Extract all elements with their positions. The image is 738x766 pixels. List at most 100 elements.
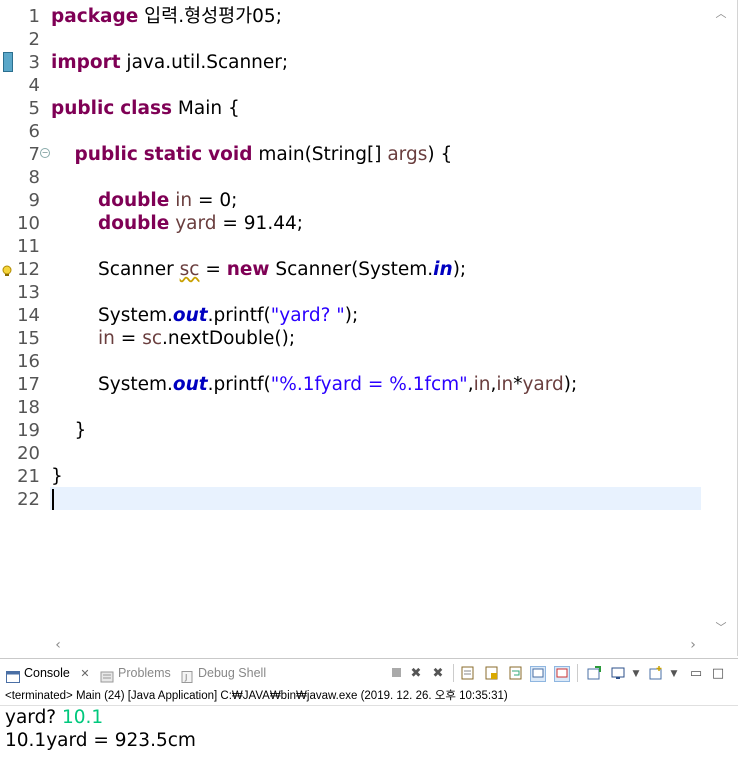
line-number: 20 — [17, 443, 40, 464]
line-number: 17 — [17, 374, 40, 395]
chevron-down-icon[interactable]: ▼ — [628, 666, 644, 682]
code-token: Main { — [172, 98, 240, 119]
line-number: 4 — [28, 75, 40, 96]
code-token: } — [51, 420, 87, 441]
tab-debug-shell[interactable]: J Debug Shell — [180, 662, 266, 684]
code-line: double in = 0; — [51, 189, 237, 212]
line-number: 14 — [17, 305, 40, 326]
remove-all-terminated-icon[interactable]: ✖ — [430, 666, 446, 682]
show-console-on-error-icon[interactable] — [554, 666, 570, 682]
line-number: 9 — [28, 190, 40, 211]
line-number: 22 — [17, 489, 40, 510]
code-token: package — [51, 6, 139, 27]
maximize-icon[interactable]: □ — [710, 666, 726, 682]
pin-console-icon[interactable] — [586, 666, 602, 682]
code-line: System.out.printf("%.1fyard = %.1fcm",in… — [51, 373, 577, 396]
line-number: 16 — [17, 351, 40, 372]
problems-icon — [100, 668, 114, 683]
fold-toggle-icon[interactable]: − — [40, 148, 50, 158]
svg-text:J: J — [184, 673, 187, 682]
line-number: 6 — [28, 121, 40, 142]
code-token: = 0; — [192, 190, 238, 211]
code-area[interactable]: package 입력.형성평가05; import java.util.Scann… — [51, 0, 701, 640]
line-number: 7 — [28, 144, 40, 165]
tab-console[interactable]: Console ✕ — [6, 662, 90, 684]
code-token: static — [143, 144, 203, 165]
tab-debug-shell-label: Debug Shell — [198, 666, 267, 680]
remove-launch-icon[interactable]: ✖ — [408, 666, 424, 682]
code-token: out — [172, 374, 208, 395]
code-line: public class Main { — [51, 97, 240, 120]
code-token: Scanner(System. — [269, 259, 434, 280]
code-token: .printf( — [207, 374, 271, 395]
code-token: 입력.형성평가05; — [138, 6, 282, 27]
console-input-value: 10.1 — [62, 707, 104, 728]
code-token: sc — [142, 328, 162, 349]
code-token: java.util.Scanner; — [120, 52, 289, 73]
scroll-right-icon[interactable]: › — [685, 636, 701, 654]
code-line: import java.util.Scanner; — [51, 51, 288, 74]
word-wrap-icon[interactable] — [508, 666, 524, 682]
code-token: double — [98, 213, 170, 234]
line-number: 8 — [28, 167, 40, 188]
line-number: 10 — [17, 213, 40, 234]
code-token: import — [51, 52, 121, 73]
console-output-line: yard? 10.1 — [5, 706, 103, 729]
display-selected-console-icon[interactable] — [610, 666, 626, 682]
code-token: "yard? " — [270, 305, 345, 326]
tab-problems-label: Problems — [118, 666, 171, 680]
open-console-icon[interactable] — [648, 666, 664, 682]
code-token: double — [98, 190, 170, 211]
scroll-down-icon[interactable]: ﹀ — [711, 620, 731, 636]
code-token: ); — [344, 305, 359, 326]
line-number: 18 — [17, 397, 40, 418]
code-editor[interactable]: 1 2 3 4 5 6 7 8 9 10 11 12 13 14 15 16 17 18 19 20 21 22 − pa… — [0, 0, 738, 656]
code-token: yard — [175, 213, 217, 234]
code-token: = 91.44; — [216, 213, 303, 234]
close-icon[interactable]: ✕ — [80, 668, 89, 680]
code-token: public — [51, 98, 115, 119]
horizontal-scrollbar[interactable]: ‹ › — [50, 636, 701, 654]
line-number: 21 — [17, 466, 40, 487]
code-line: } — [51, 419, 87, 442]
code-token: = — [114, 328, 143, 349]
code-token: new — [226, 259, 270, 280]
show-console-on-output-icon[interactable] — [530, 666, 546, 682]
chevron-down-icon[interactable]: ▼ — [666, 666, 682, 682]
code-line: public static void main(String[] args) { — [51, 143, 453, 166]
code-token: System. — [51, 374, 173, 395]
code-token: in — [433, 259, 453, 280]
clear-console-icon[interactable] — [460, 666, 476, 682]
code-line: in = sc.nextDouble(); — [51, 327, 295, 350]
scroll-lock-icon[interactable] — [484, 666, 500, 682]
warning-lightbulb-icon[interactable] — [2, 262, 12, 276]
tab-problems[interactable]: Problems — [100, 662, 171, 684]
scroll-left-icon[interactable]: ‹ — [50, 636, 66, 654]
code-token: = — [199, 259, 227, 280]
scroll-up-icon[interactable]: ︿ — [711, 6, 731, 22]
code-token: ); — [563, 374, 578, 395]
minimize-icon[interactable]: ▭ — [688, 666, 704, 682]
code-token: ) { — [427, 144, 453, 165]
console-prompt-text: yard? — [5, 707, 63, 728]
code-token: System. — [51, 305, 173, 326]
code-token: .printf( — [207, 305, 271, 326]
code-token: Scanner — [51, 259, 180, 280]
tab-console-label: Console — [24, 666, 70, 680]
code-token: out — [172, 305, 208, 326]
line-number: 15 — [17, 328, 40, 349]
code-token: in — [98, 328, 115, 349]
line-number: 2 — [28, 29, 40, 50]
line-number: 1 — [28, 6, 40, 27]
vertical-scrollbar[interactable]: ︿ ﹀ — [711, 2, 731, 640]
text-caret — [52, 489, 54, 510]
console-output[interactable]: yard? 10.1 10.1yard = 923.5cm — [0, 706, 738, 766]
console-tab-bar: Console ✕ Problems J Debug Shell ✖ ✖ ▼ ▼… — [0, 658, 738, 686]
terminate-icon[interactable] — [388, 666, 404, 682]
debug-shell-icon: J — [180, 668, 194, 683]
code-token: yard — [522, 374, 564, 395]
code-token: sc — [179, 259, 200, 280]
